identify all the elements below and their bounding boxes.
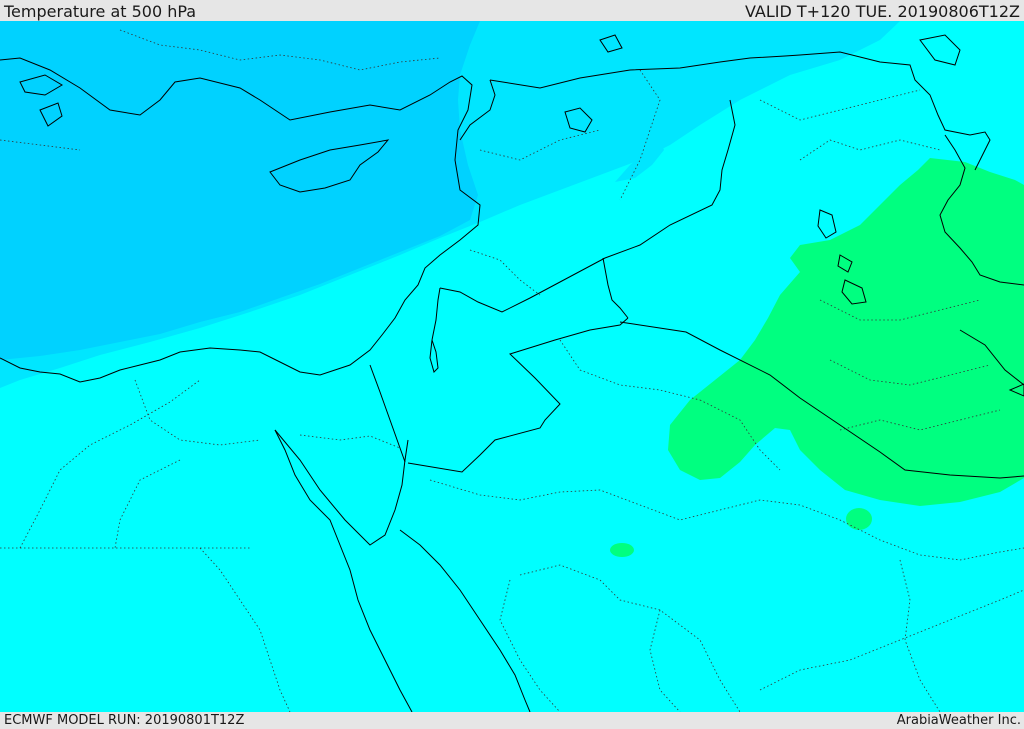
- model-run: ECMWF MODEL RUN: 20190801T12Z: [4, 713, 245, 728]
- footer-bar: ECMWF MODEL RUN: 20190801T12Z ArabiaWeat…: [0, 712, 1024, 729]
- map-title: Temperature at 500 hPa: [4, 2, 197, 21]
- field-warm-blob-2: [610, 543, 634, 557]
- field-warm-blob-1: [846, 508, 872, 530]
- weather-map: [0, 21, 1024, 712]
- header-bar: Temperature at 500 hPa VALID T+120 TUE. …: [0, 0, 1024, 21]
- credit: ArabiaWeather Inc.: [896, 713, 1021, 728]
- valid-time: VALID T+120 TUE. 20190806T12Z: [744, 2, 1020, 21]
